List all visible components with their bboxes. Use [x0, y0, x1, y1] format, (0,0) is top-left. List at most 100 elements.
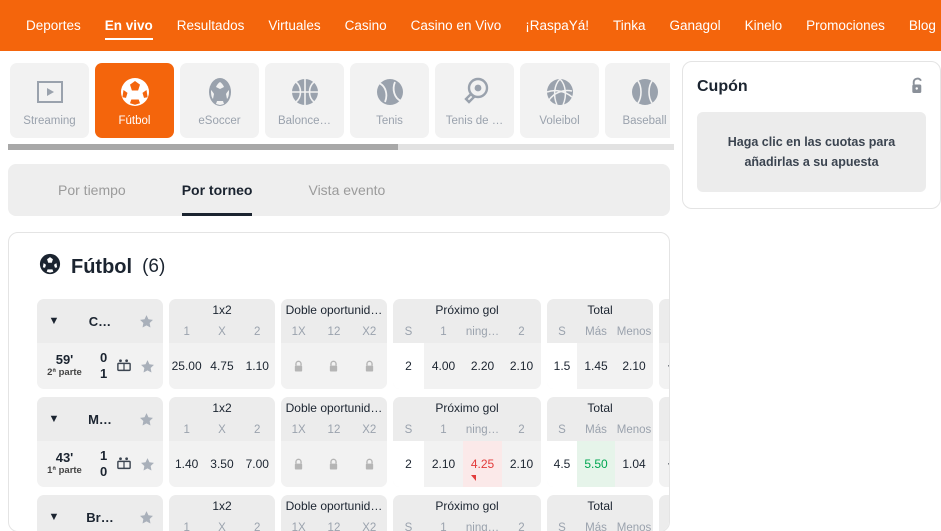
market-selection-label: S [404, 522, 413, 531]
odds-button[interactable]: 4.25 [463, 441, 502, 487]
market-1x2-group: 1x2 1 X 2 [169, 495, 275, 531]
odds-row [281, 343, 387, 389]
market-selection-label: Más [585, 326, 607, 338]
odds-button[interactable]: 1.04 [615, 441, 653, 487]
more-markets-count[interactable]: +30 [659, 343, 669, 389]
odds-row: 4.5 5.50 1.04 [547, 441, 653, 487]
sport-tab-label: Tenis [376, 114, 403, 127]
market-header: Próximo gol [393, 397, 541, 419]
match-period: 1ª parte [47, 465, 82, 476]
nav-item-tinka[interactable]: Tinka [601, 0, 658, 51]
market-selection-label: X2 [362, 522, 377, 531]
odds-button[interactable]: 2.10 [424, 441, 463, 487]
match-row: ▼ Br… 1x2 1X2 Doble oportunid… 1X 12 X2 Pr… [23, 495, 669, 531]
favorite-star-icon[interactable] [133, 457, 163, 472]
nav-item-en-vivo[interactable]: En vivo [93, 0, 165, 51]
odds-button[interactable]: 4.75 [204, 343, 240, 389]
scrollbar-thumb[interactable] [8, 144, 398, 150]
matches-list: ▼ C… 59' 2ª parte 0 1 1x2 1 X 2 25.00 4.75 1.… [23, 299, 669, 531]
nav-item-raspay[interactable]: ¡RaspaYá! [513, 0, 601, 51]
market-header: Total [547, 397, 653, 419]
odds-button[interactable]: 2.20 [463, 343, 502, 389]
market-header: 1x2 [169, 495, 275, 517]
volleyball-icon [544, 75, 576, 109]
more-markets-row[interactable]: +65 [659, 441, 669, 487]
odds-button[interactable]: 2.10 [502, 343, 541, 389]
sport-tab-f-tbol[interactable]: Fútbol [95, 63, 174, 138]
match-info-group: ▼ Br… [37, 495, 163, 531]
view-tab-vista-evento[interactable]: Vista evento [280, 164, 413, 216]
odds-button[interactable]: 1.10 [239, 343, 275, 389]
market-subheader: S 1 ning… 2 [393, 321, 541, 343]
nav-item-casino[interactable]: Casino [333, 0, 399, 51]
match-score: 1 0 [92, 448, 115, 481]
odds-button[interactable]: 7.00 [239, 441, 275, 487]
sport-tab-label: Streaming [23, 114, 76, 127]
odds-button[interactable]: 1.45 [577, 343, 615, 389]
sports-tabs-strip[interactable]: Streaming Fútbol eSoccer Balonce… Tenis Tenis… [8, 61, 670, 138]
favorite-star-icon[interactable] [129, 314, 163, 329]
sport-tab-tenis[interactable]: Tenis [350, 63, 429, 138]
sport-tab-baseball[interactable]: Baseball [605, 63, 670, 138]
odds-value: 7.00 [245, 457, 269, 471]
field-icon[interactable] [115, 457, 133, 471]
market-selection-label: 12 [327, 522, 341, 531]
nav-item-casino-en-vivo[interactable]: Casino en Vivo [399, 0, 514, 51]
market-subheader: 1 X 2 [169, 517, 275, 531]
field-icon[interactable] [115, 359, 133, 373]
more-markets-group[interactable]: + +30 [659, 299, 669, 389]
market-title: 1x2 [212, 499, 232, 513]
match-time: 43' 1ª parte [37, 450, 92, 477]
more-markets-count[interactable]: +65 [659, 441, 669, 487]
odds-button[interactable]: 5.50 [577, 441, 615, 487]
sport-tab-voleibol[interactable]: Voleibol [520, 63, 599, 138]
nav-item-kinelo[interactable]: Kinelo [733, 0, 795, 51]
odds-value: 4.25 [470, 457, 495, 471]
tournament-name: Br… [86, 509, 114, 525]
odds-button[interactable]: 4.00 [424, 343, 463, 389]
unlock-icon[interactable] [909, 76, 926, 98]
odds-button[interactable]: 2.10 [615, 343, 653, 389]
favorite-star-icon[interactable] [129, 510, 163, 525]
odds-value: 25.00 [171, 359, 202, 373]
view-tab-por-tiempo[interactable]: Por tiempo [30, 164, 154, 216]
plus-label: + [659, 510, 669, 525]
collapse-caret-icon[interactable]: ▼ [37, 511, 71, 523]
collapse-caret-icon[interactable]: ▼ [37, 315, 71, 327]
more-markets-row[interactable]: +30 [659, 343, 669, 389]
market-selection-label: X [218, 522, 226, 531]
market-selection-label: 1 [440, 522, 447, 531]
odds-button[interactable]: 3.50 [204, 441, 240, 487]
nav-item-blog[interactable]: Blog [897, 0, 941, 51]
nav-item-resultados[interactable]: Resultados [165, 0, 257, 51]
sport-tab-tenis-de[interactable]: Tenis de … [435, 63, 514, 138]
match-detail-row: 43' 1ª parte 1 0 [37, 441, 163, 487]
sport-tab-balonce[interactable]: Balonce… [265, 63, 344, 138]
market-header: Próximo gol [393, 495, 541, 517]
odds-button[interactable]: 1.40 [169, 441, 205, 487]
nav-item-virtuales[interactable]: Virtuales [256, 0, 332, 51]
collapse-caret-icon[interactable]: ▼ [37, 413, 71, 425]
odds-locked [316, 441, 352, 487]
nav-item-promociones[interactable]: Promociones [794, 0, 897, 51]
more-markets-group[interactable]: + +65 [659, 397, 669, 487]
odds-row: 25.00 4.75 1.10 [169, 343, 275, 389]
nav-item-deportes[interactable]: Deportes [14, 0, 93, 51]
sport-tab-esoccer[interactable]: eSoccer [180, 63, 259, 138]
view-tab-por-torneo[interactable]: Por torneo [154, 164, 281, 216]
sport-tab-streaming[interactable]: Streaming [10, 63, 89, 138]
market-selection-label: Menos [616, 522, 652, 531]
favorite-star-icon[interactable] [133, 359, 163, 374]
match-row: ▼ M… 43' 1ª parte 1 0 1x2 1 X 2 1.40 3.50 7.0… [23, 397, 669, 487]
horizontal-scrollbar[interactable] [8, 144, 674, 150]
favorite-star-icon[interactable] [129, 412, 163, 427]
more-markets-group[interactable]: + [659, 495, 669, 531]
plus-label: + [659, 314, 669, 329]
market-title: Doble oportunid… [285, 303, 383, 317]
odds-button[interactable]: 2.10 [502, 441, 541, 487]
market-selection-label: S [558, 424, 566, 436]
nav-item-ganagol[interactable]: Ganagol [658, 0, 733, 51]
odds-button[interactable]: 25.00 [169, 343, 205, 389]
odds-row [281, 441, 387, 487]
view-mode-tabs: Por tiempo Por torneo Vista evento [8, 164, 670, 216]
